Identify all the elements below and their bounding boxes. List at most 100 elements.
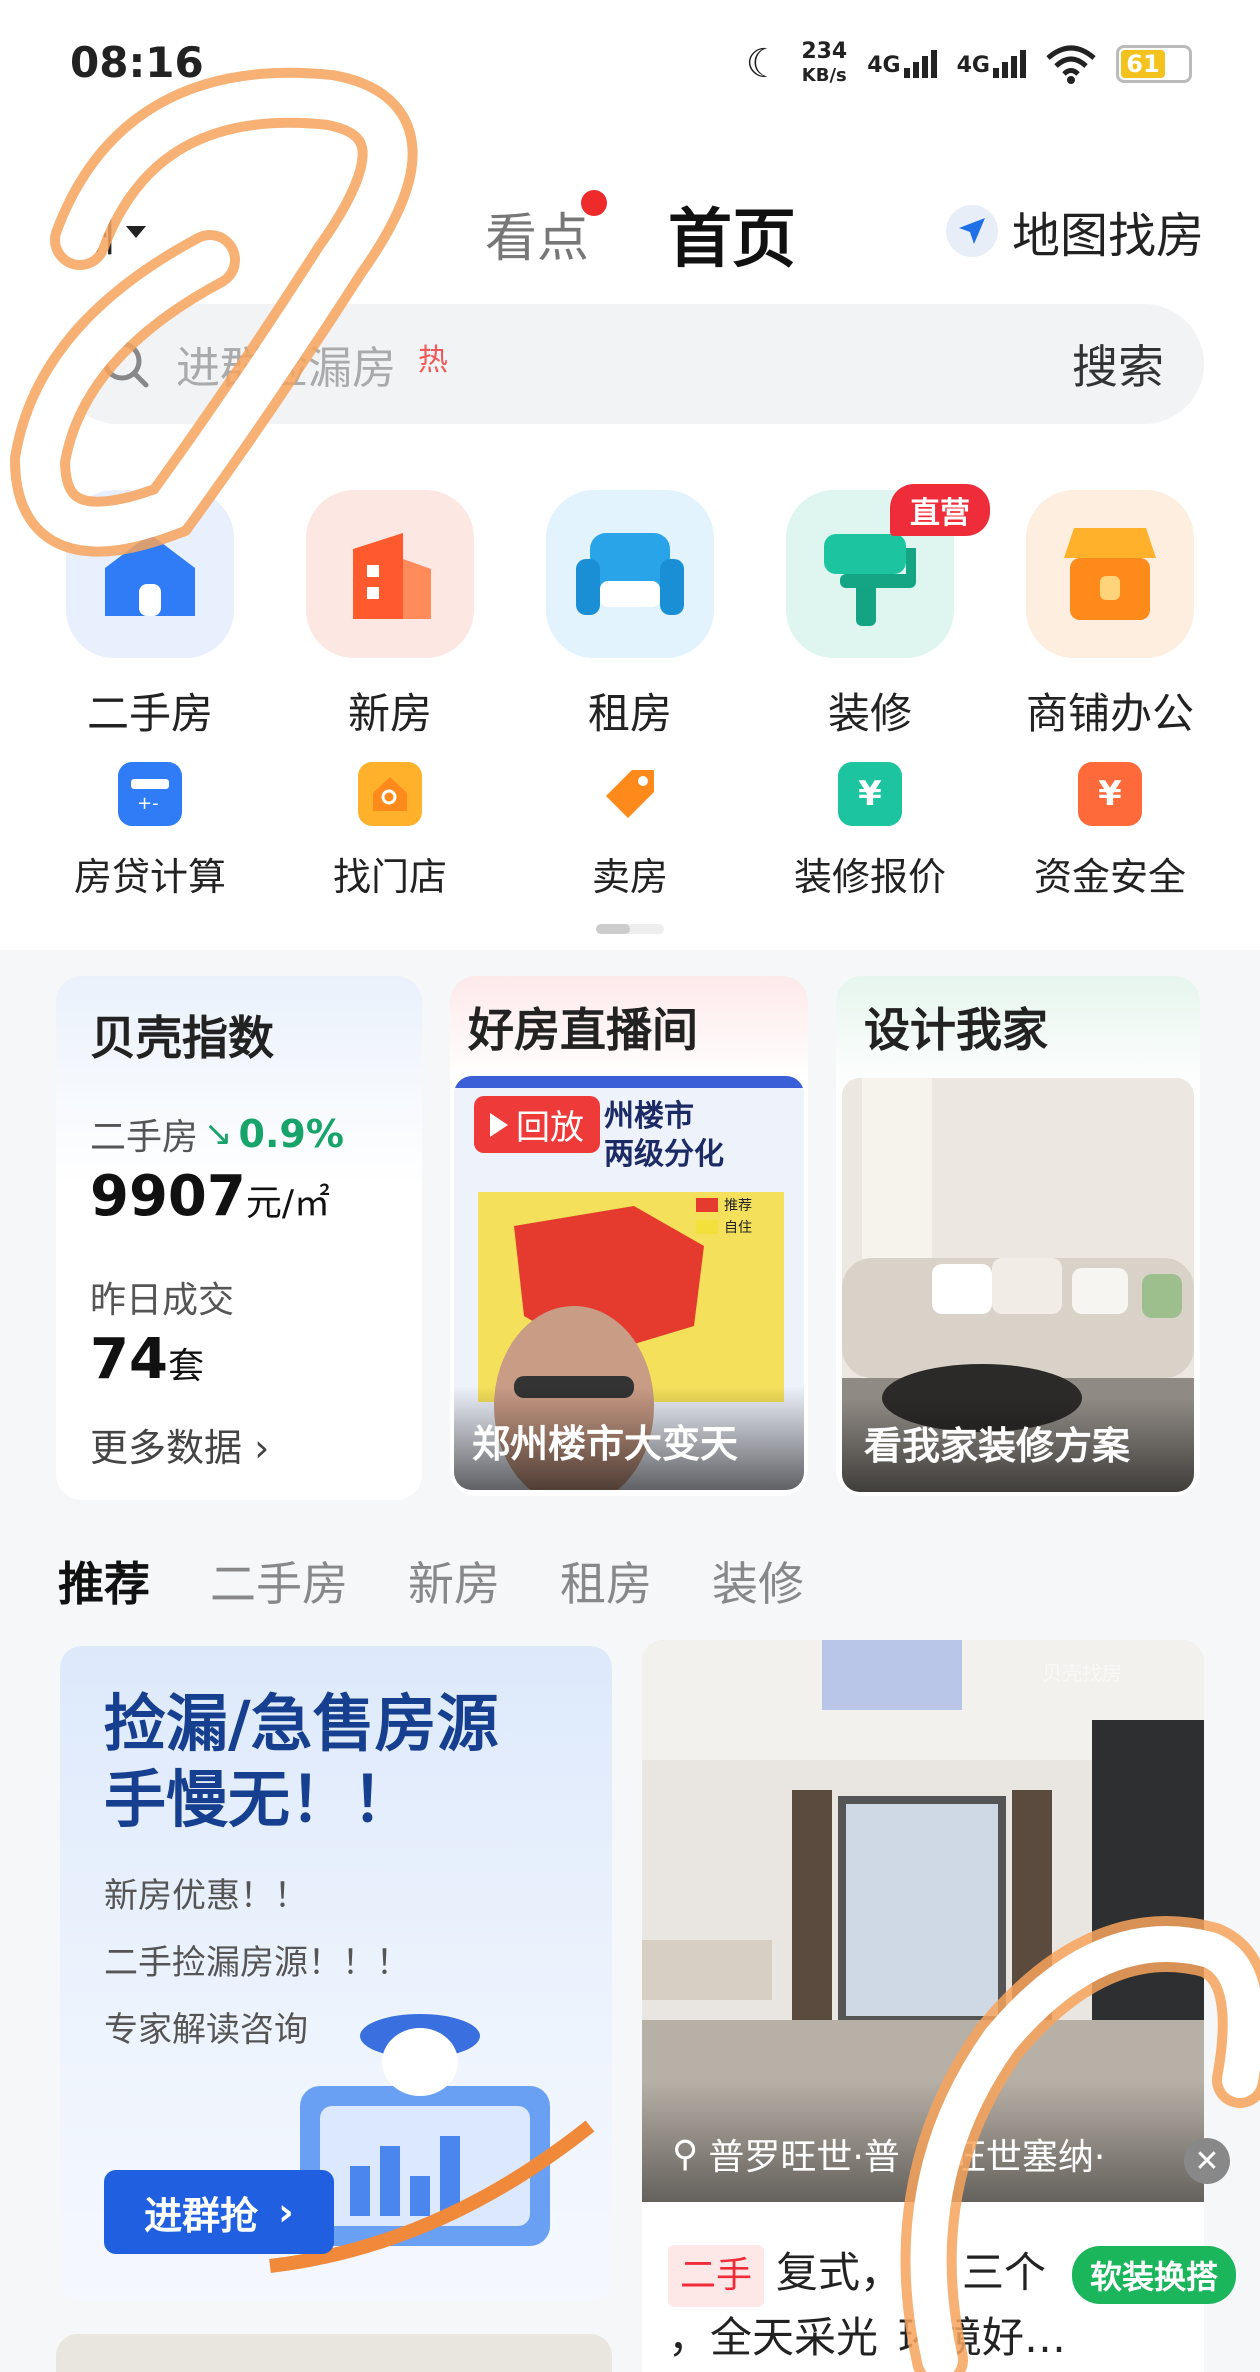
legend-recommend: 推荐 [724,1198,752,1214]
floating-promo-tag[interactable]: 软装换搭 [1072,2246,1237,2304]
replay-badge: 回放 [474,1096,600,1153]
battery-level: 61 [1121,50,1165,78]
tab-kandian-label: 看点 [485,209,590,269]
battery-icon: 61 [1116,45,1192,83]
main-nav: 二手房 新房 租房 装修 直营 商铺办公 [30,484,1230,741]
nav-newhouse[interactable]: 新房 [270,490,510,741]
price-tag-icon [598,762,662,826]
tool-label: 房贷计算 [73,855,226,899]
calculator-icon: +- [118,762,182,826]
signal-label: 4G [867,53,901,78]
nav-label: 租房 [587,689,672,738]
card-title: 设计我家 [864,1003,1048,1057]
avg-price: 9907元/㎡ [90,1164,388,1229]
live-thumbnail[interactable]: 州楼市 两级分化 推荐 自住 回放 郑州楼市大变天 [454,1076,804,1490]
close-icon[interactable]: ✕ [1184,2138,1230,2184]
chevron-right-icon: › [278,2190,294,2234]
feed-tab-newhouse[interactable]: 新房 [408,1548,500,1614]
feed-tabs: 推荐 二手房 新房 租房 装修 [58,1548,804,1614]
index-card[interactable]: 贝壳指数 二手房 ↘ 0.9% 9907元/㎡ 昨日成交 74套 更多数据 › [56,976,422,1500]
card-title: 贝壳指数 [90,1011,274,1065]
tool-fund-safety[interactable]: ¥ 资金安全 [990,762,1230,901]
nav-label: 装修 [827,689,912,738]
search-placeholder: 进群捡漏房 [176,343,396,394]
join-group-label: 进群抢 [144,2193,259,2238]
listing-text: 三个 [962,2248,1047,2297]
tool-find-store[interactable]: 找门店 [270,762,510,901]
price-change: 0.9% [238,1112,344,1156]
join-group-button[interactable]: 进群抢 › [104,2170,334,2254]
feed-tab-recommend[interactable]: 推荐 [58,1548,150,1614]
live-caption: 郑州楼市大变天 [472,1422,739,1466]
caret-down-icon [126,226,146,238]
money-safe-icon: ¥ [1078,762,1142,826]
building-icon [306,490,474,658]
deals-count: 74套 [90,1327,388,1392]
tool-label: 资金安全 [1033,855,1186,899]
net-speed-value: 234 [801,39,848,64]
feed-tab-secondhand[interactable]: 二手房 [210,1548,348,1614]
moon-icon: ☾ [745,41,782,87]
promo-line: 新房优惠！！ [104,1876,308,1916]
shop-icon [1026,490,1194,658]
signal-label: 4G [956,53,990,78]
nav-shop-office[interactable]: 商铺办公 [990,490,1230,741]
wifi-icon [1046,45,1096,84]
room-photo: 贝壳找房 [642,1640,1204,2202]
tool-label: 卖房 [591,855,668,899]
status-icons: ☾ 234 KB/s 4G 4G 61 [745,40,1192,88]
location-arrow-icon [945,205,998,257]
design-thumbnail[interactable]: 看我家装修方案 [842,1078,1194,1492]
tool-mortgage-calculator[interactable]: +- 房贷计算 [30,762,270,901]
tab-home[interactable]: 首页 [668,188,796,280]
status-time: 08:16 [70,38,204,87]
secondhand-label: 二手房 ↘ 0.9% [90,1108,388,1160]
chevron-right-icon: › [254,1426,270,1470]
more-data-link[interactable]: 更多数据 › [90,1417,269,1472]
tools-nav: +- 房贷计算 找门店 卖房 ¥ 装修报价 ¥ 资金安全 [30,762,1230,901]
promo-card[interactable]: 捡漏/急售房源 手慢无！！ 新房优惠！！ 二手捡漏房源！！！ 专家解读咨询 进群… [60,1646,612,2302]
tool-label: 装修报价 [793,855,946,899]
city-name: 州 [72,211,116,262]
next-feed-card[interactable] [56,2334,612,2372]
listing-location: ⚲ 普罗旺世·普 旺世塞纳· [672,2128,1105,2180]
tool-sell-house[interactable]: 卖房 [510,762,750,901]
nav-label: 商铺办公 [1025,689,1194,738]
city-selector[interactable]: 州 [72,200,146,264]
net-speed: 234 KB/s [801,40,847,88]
promo-title: 捡漏/急售房源 [104,1687,499,1760]
secondhand-text: 二手房 [90,1117,199,1158]
feed-tab-decoration[interactable]: 装修 [712,1548,804,1614]
search-bar[interactable]: 进群捡漏房 热 搜索 [58,304,1204,424]
listing-text: ，全天采光 [668,2313,879,2362]
location-pin-icon: ⚲ [672,2133,699,2175]
direct-badge: 直营 [890,484,990,536]
watermark: 贝壳找房 [1042,1661,1122,1685]
search-icon [102,341,149,388]
nav-label: 二手房 [86,689,213,738]
store-search-icon [358,762,422,826]
listing-photo: 贝壳找房 [642,1640,1204,2202]
tool-decoration-quote[interactable]: ¥ 装修报价 [750,762,990,901]
signal-icon: 4G [957,50,1026,78]
listing-text: 环境好… [898,2313,1067,2362]
poster-subtitle: 两级分化 [604,1137,724,1172]
map-find-label: 地图找房 [1011,208,1204,264]
nav-rent[interactable]: 租房 [510,490,750,741]
live-room-card[interactable]: 好房直播间 州楼市 两级分化 推荐 自住 回放 郑州楼市大变天 [450,976,808,1496]
nav-secondhand[interactable]: 二手房 [30,490,270,741]
deals-label: 昨日成交 [90,1280,235,1321]
legend-selfuse: 自住 [724,1220,752,1236]
house-icon [66,490,234,658]
nav-decoration[interactable]: 装修 直营 [750,484,990,741]
map-find-button[interactable]: 地图找房 [945,196,1204,266]
card-title: 好房直播间 [468,1003,698,1057]
search-button[interactable]: 搜索 [1072,331,1164,397]
location-text: 普罗旺世·普 [708,2137,900,2178]
design-caption: 看我家装修方案 [864,1424,1131,1468]
location-text-2: 旺世塞纳· [949,2137,1106,2178]
tab-kandian[interactable]: 看点 [485,190,608,271]
more-data-label: 更多数据 [90,1426,243,1470]
feed-tab-rent[interactable]: 租房 [560,1548,652,1614]
design-card[interactable]: 设计我家 看我家装修方案 [836,976,1200,1496]
